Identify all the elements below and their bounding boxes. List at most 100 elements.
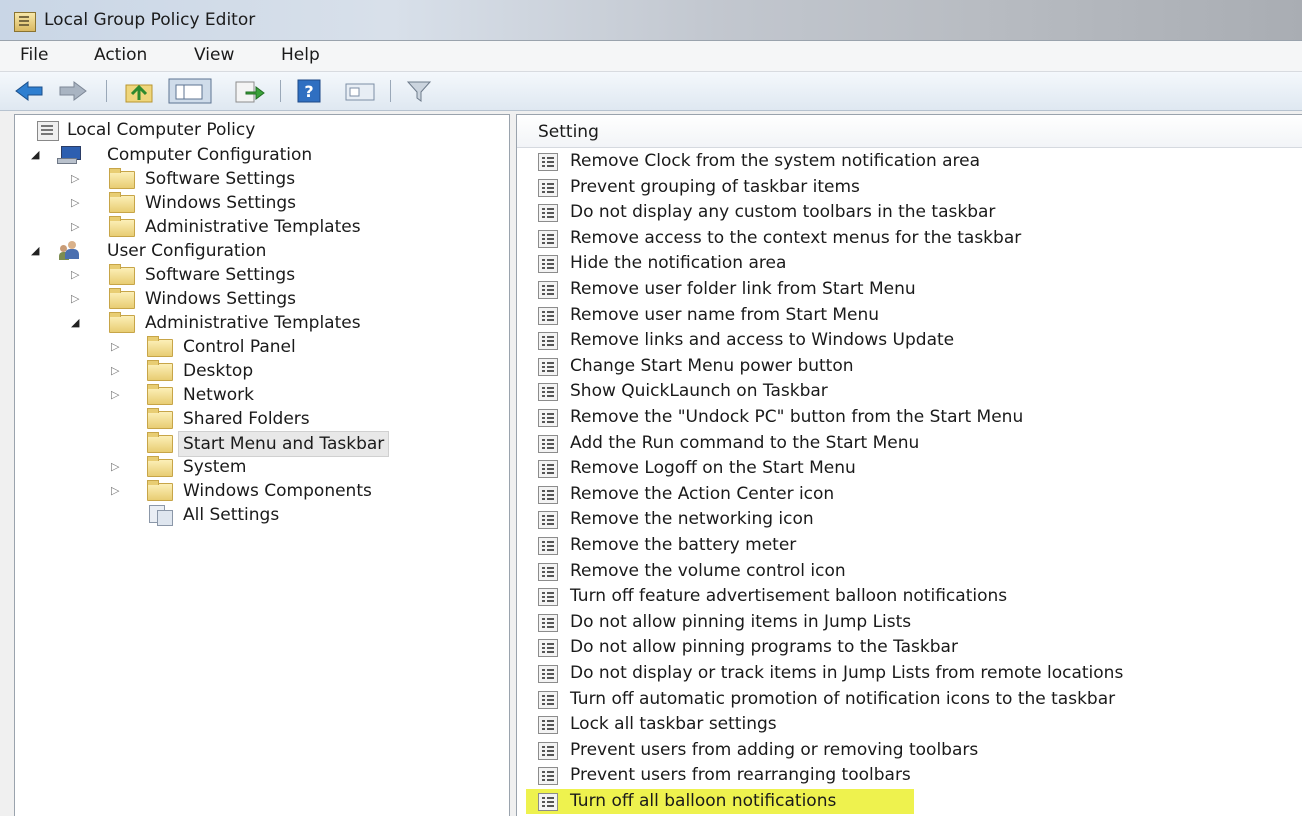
setting-name: Add the Run command to the Start Menu — [570, 432, 920, 453]
tree-node-label: Windows Settings — [145, 193, 297, 213]
tree-node-cc-administrative-templates[interactable]: ▷ Administrative Templates — [25, 215, 465, 239]
setting-row[interactable]: Remove Clock from the system notificatio… — [517, 149, 1302, 174]
setting-name: Hide the notification area — [570, 253, 787, 274]
folder-icon — [147, 384, 173, 405]
setting-row[interactable]: Remove the volume control icon — [517, 559, 1302, 584]
setting-row[interactable]: Add the Run command to the Start Menu — [517, 431, 1302, 456]
folder-icon — [109, 168, 135, 189]
policy-setting-icon — [538, 767, 558, 786]
setting-name: Remove user name from Start Menu — [570, 304, 880, 325]
expand-arrow-icon[interactable]: ▷ — [111, 335, 119, 359]
setting-row[interactable]: Remove user folder link from Start Menu — [517, 277, 1302, 302]
tree-node-cc-software-settings[interactable]: ▷ Software Settings — [25, 167, 445, 191]
setting-row[interactable]: Do not display any custom toolbars in th… — [517, 200, 1302, 225]
expand-arrow-icon[interactable]: ▷ — [111, 479, 119, 503]
help-icon[interactable]: ? — [296, 78, 324, 104]
setting-row[interactable]: Remove the battery meter — [517, 533, 1302, 558]
setting-row[interactable]: Remove access to the context menus for t… — [517, 226, 1302, 251]
setting-row[interactable]: Change Start Menu power button — [517, 354, 1302, 379]
setting-row[interactable]: Do not allow pinning items in Jump Lists — [517, 610, 1302, 635]
menu-view[interactable]: View — [188, 45, 240, 65]
setting-row[interactable]: Hide the notification area — [517, 251, 1302, 276]
expand-arrow-icon[interactable]: ▷ — [71, 191, 79, 215]
menu-help[interactable]: Help — [275, 45, 326, 65]
tree-node-label: Windows Settings — [145, 289, 297, 309]
setting-name: Remove the battery meter — [570, 535, 797, 555]
tree-node-windows-components[interactable]: ▷ Windows Components — [25, 479, 465, 503]
setting-name: Remove links and access to Windows Updat… — [570, 330, 955, 351]
policy-setting-icon — [538, 306, 558, 325]
setting-name: Remove Clock from the system notificatio… — [570, 151, 981, 171]
tree-node-label: Computer Configuration — [107, 145, 313, 165]
setting-name: Do not allow pinning programs to the Tas… — [570, 637, 958, 658]
menu-file[interactable]: File — [14, 45, 54, 65]
setting-row[interactable]: Remove Logoff on the Start Menu — [517, 456, 1302, 481]
tree-node-label: Administrative Templates — [145, 313, 361, 333]
setting-name: Prevent users from rearranging toolbars — [570, 765, 911, 786]
column-header-setting[interactable]: Setting — [517, 115, 1302, 148]
show-hide-tree-icon[interactable] — [168, 78, 212, 104]
collapse-arrow-icon[interactable]: ◢ — [31, 239, 39, 263]
tree-node-user-configuration[interactable]: ◢ User Configuration — [25, 239, 445, 263]
back-arrow-icon[interactable] — [14, 78, 44, 104]
tree-node-uc-windows-settings[interactable]: ▷ Windows Settings — [25, 287, 445, 311]
setting-row[interactable]: Remove the Action Center icon — [517, 482, 1302, 507]
properties-view-icon[interactable] — [344, 78, 378, 104]
forward-arrow-icon[interactable] — [58, 78, 88, 104]
expand-arrow-icon[interactable]: ▷ — [71, 215, 79, 239]
setting-row[interactable]: Show QuickLaunch on Taskbar — [517, 379, 1302, 404]
collapse-arrow-icon[interactable]: ◢ — [71, 311, 79, 335]
setting-row[interactable]: Do not allow pinning programs to the Tas… — [517, 635, 1302, 660]
tree-node-cc-windows-settings[interactable]: ▷ Windows Settings — [25, 191, 445, 215]
policy-setting-icon — [538, 434, 558, 453]
setting-row[interactable]: Remove the networking icon — [517, 507, 1302, 532]
setting-row[interactable]: Turn off all balloon notifications — [517, 789, 1302, 814]
tree-node-label: User Configuration — [107, 241, 267, 261]
tree-node-label: Administrative Templates — [145, 217, 361, 237]
expand-arrow-icon[interactable]: ▷ — [111, 455, 119, 479]
setting-row[interactable]: Prevent grouping of taskbar items — [517, 175, 1302, 200]
setting-row[interactable]: Prevent users from adding or removing to… — [517, 738, 1302, 763]
tree-node-label: Desktop — [183, 361, 254, 381]
menu-action[interactable]: Action — [88, 45, 153, 65]
expand-arrow-icon[interactable]: ▷ — [111, 359, 119, 383]
tree-node-start-menu-and-taskbar[interactable]: Start Menu and Taskbar — [25, 431, 465, 457]
filter-icon[interactable] — [404, 78, 434, 104]
expand-arrow-icon[interactable]: ▷ — [111, 383, 119, 407]
setting-row[interactable]: Remove links and access to Windows Updat… — [517, 328, 1302, 353]
expand-arrow-icon[interactable]: ▷ — [71, 287, 79, 311]
tree-node-uc-software-settings[interactable]: ▷ Software Settings — [25, 263, 445, 287]
policy-setting-icon — [538, 793, 558, 811]
setting-name: Remove access to the context menus for t… — [570, 227, 1022, 248]
computer-icon — [55, 146, 81, 164]
tree-node-desktop[interactable]: ▷ Desktop — [25, 359, 465, 383]
policy-setting-icon — [538, 665, 558, 683]
setting-row[interactable]: Turn off automatic promotion of notifica… — [517, 687, 1302, 712]
setting-row[interactable]: Do not display or track items in Jump Li… — [517, 661, 1302, 686]
export-list-icon[interactable] — [234, 78, 266, 104]
tree-node-all-settings[interactable]: All Settings — [25, 503, 465, 527]
setting-row[interactable]: Turn off feature advertisement balloon n… — [517, 584, 1302, 609]
setting-name: Remove the Action Center icon — [570, 483, 835, 504]
svg-text:?: ? — [304, 82, 313, 101]
expand-arrow-icon[interactable]: ▷ — [71, 167, 79, 191]
tree-node-uc-administrative-templates[interactable]: ◢ Administrative Templates — [25, 311, 465, 335]
tree-node-control-panel[interactable]: ▷ Control Panel — [25, 335, 465, 359]
tree-node-computer-configuration[interactable]: ◢ Computer Configuration — [25, 143, 445, 167]
folder-icon — [147, 336, 173, 357]
tree-node-system[interactable]: ▷ System — [25, 455, 465, 479]
tree-node-network[interactable]: ▷ Network — [25, 383, 465, 407]
collapse-arrow-icon[interactable]: ◢ — [31, 143, 39, 167]
tree-node-shared-folders[interactable]: Shared Folders — [25, 407, 465, 431]
setting-row[interactable]: Remove user name from Start Menu — [517, 303, 1302, 328]
setting-name: Remove Logoff on the Start Menu — [570, 458, 856, 479]
setting-row[interactable]: Remove the "Undock PC" button from the S… — [517, 405, 1302, 430]
setting-row[interactable]: Prevent users from rearranging toolbars — [517, 763, 1302, 788]
policy-setting-icon — [538, 281, 558, 299]
setting-name: Turn off all balloon notifications — [570, 791, 837, 811]
tree-node-local-computer-policy[interactable]: Local Computer Policy — [25, 118, 425, 142]
setting-row[interactable]: Lock all taskbar settings — [517, 712, 1302, 737]
up-folder-icon[interactable] — [124, 78, 156, 104]
expand-arrow-icon[interactable]: ▷ — [71, 263, 79, 287]
folder-icon — [109, 192, 135, 213]
